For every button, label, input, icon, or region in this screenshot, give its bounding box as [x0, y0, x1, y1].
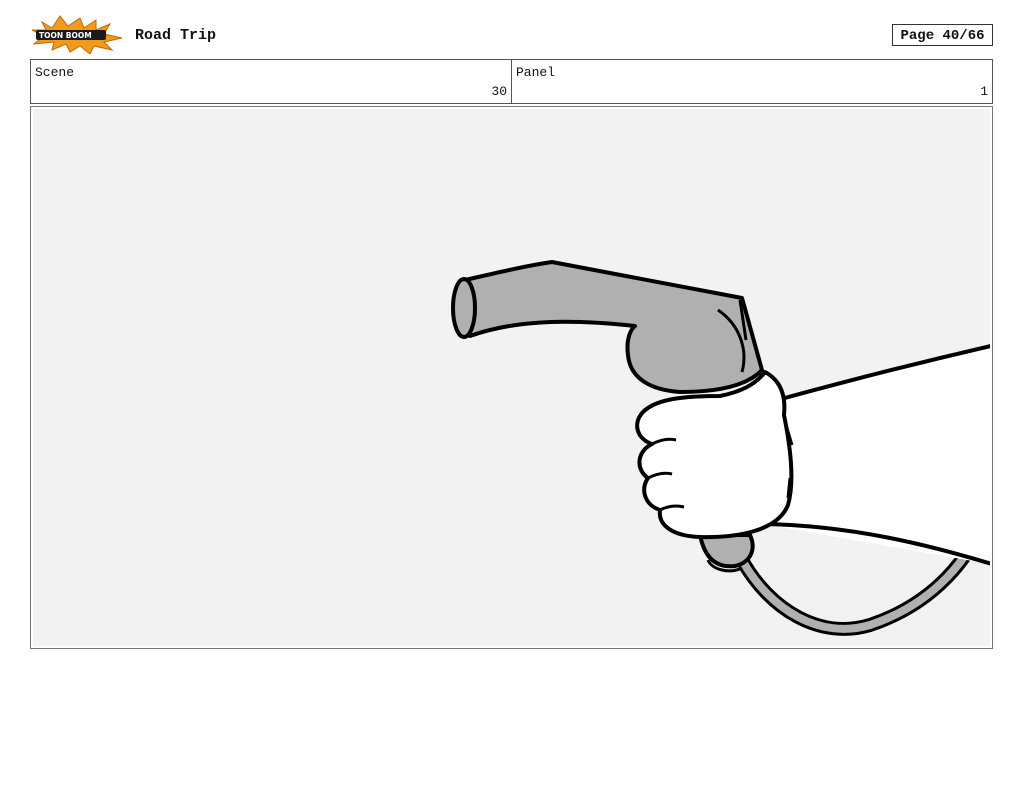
project-title: Road Trip [135, 27, 217, 44]
scene-cell: Scene 30 [31, 60, 512, 103]
scene-panel-info: Scene 30 Panel 1 [30, 59, 993, 104]
nozzle-shape [463, 260, 764, 394]
hand-holding-fuel-nozzle-drawing [451, 260, 990, 636]
toon-boom-logo: TOON BOOM [30, 14, 124, 55]
scene-label: Scene [35, 65, 75, 80]
storyboard-panel [30, 106, 993, 649]
panel-cell: Panel 1 [512, 60, 992, 103]
panel-number: 1 [980, 84, 988, 99]
panel-drawing [33, 109, 990, 646]
page-indicator: Page 40/66 [892, 24, 993, 46]
logo-burst-icon: TOON BOOM [31, 15, 123, 55]
panel-label: Panel [516, 65, 556, 80]
logo-text: TOON BOOM [39, 31, 92, 40]
scene-number: 30 [491, 84, 507, 99]
hand-shape [635, 370, 794, 540]
